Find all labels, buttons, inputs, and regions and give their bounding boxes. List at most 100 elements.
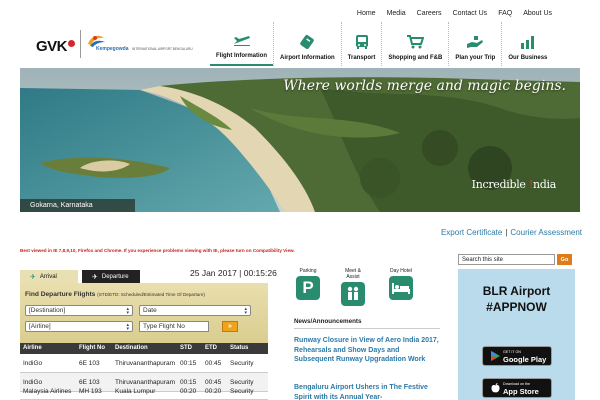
hero-tagline: Where worlds merge and magic begins. xyxy=(283,78,566,94)
export-certificate-link[interactable]: Export Certificate xyxy=(441,228,502,237)
nav-our-business[interactable]: Our Business xyxy=(501,22,553,66)
nav-label: Flight Information xyxy=(216,53,267,59)
service-day-hotel[interactable]: Day Hotel xyxy=(386,268,416,300)
top-link-media[interactable]: Media xyxy=(387,10,406,17)
hero-banner[interactable]: Where worlds merge and magic begins. Inc… xyxy=(20,68,580,212)
courier-assessment-link[interactable]: Courier Assessment xyxy=(510,228,582,237)
cell-destination: Kuala Lumpur xyxy=(115,388,156,395)
bar-chart-icon xyxy=(519,34,537,50)
site-search-value: Search this site xyxy=(462,256,504,263)
logo-divider xyxy=(80,30,81,58)
service-parking[interactable]: Parking P xyxy=(294,268,322,300)
cell-airline: Malaysia Airlines xyxy=(23,388,72,395)
top-link-home[interactable]: Home xyxy=(357,10,376,17)
destination-select[interactable]: [Destination] ▴ ▾ xyxy=(25,305,133,316)
cell-etd: 00:45 xyxy=(205,360,222,367)
bed-icon xyxy=(389,276,413,300)
nav-label: Airport Information xyxy=(280,55,335,61)
select-arrows-icon: ▴ ▾ xyxy=(126,306,129,316)
cell-flight-no: MH 193 xyxy=(79,388,102,395)
top-links: Home Media Careers Contact Us FAQ About … xyxy=(346,10,552,17)
date-select[interactable]: Date ▴ ▾ xyxy=(139,305,251,316)
top-link-careers[interactable]: Careers xyxy=(417,10,442,17)
service-label: Parking xyxy=(299,268,317,274)
app-store-big: App Store xyxy=(503,386,539,396)
flight-row[interactable]: Malaysia Airlines MH 193 Kuala Lumpur 00… xyxy=(20,382,268,400)
flight-search-panel: Find Departure Flights (STD/ETD: Schedul… xyxy=(20,283,268,343)
cell-etd: 00:20 xyxy=(205,388,222,395)
date-select-value: Date xyxy=(143,307,157,314)
cell-destination: Thiruvananthapuram xyxy=(115,360,175,367)
ticket-icon xyxy=(298,34,316,50)
cell-flight-no: 6E 103 xyxy=(79,360,100,367)
compatibility-notice: Best viewed in IE 7,8,9,10, Firefox and … xyxy=(20,248,295,253)
site-search-go-button[interactable]: Go xyxy=(557,254,572,265)
cell-std: 00:20 xyxy=(180,388,197,395)
nav-transport[interactable]: Transport xyxy=(340,22,382,66)
destination-select-value: [Destination] xyxy=(29,307,66,314)
app-promo-panel: BLR Airport #APPNOW GET IT ON Google Pla… xyxy=(458,269,575,400)
top-link-contact[interactable]: Contact Us xyxy=(453,10,488,17)
tab-label: Arrival xyxy=(39,273,57,280)
airport-logo[interactable]: Kempegowda INTERNATIONAL AIRPORT BENGALU… xyxy=(86,32,226,54)
flight-search-note: (STD/ETD: Scheduled/Estimated Time Of De… xyxy=(97,292,205,297)
nav-shopping[interactable]: Shopping and F&B xyxy=(381,22,448,66)
assist-icon xyxy=(341,282,365,306)
col-std: STD xyxy=(180,345,192,351)
arrival-plane-icon: ✈ xyxy=(30,273,36,281)
cell-airline: IndiGo xyxy=(23,360,43,367)
flight-search-title-text: Find Departure Flights xyxy=(25,291,96,298)
service-label: Meet & Assist xyxy=(345,268,361,280)
col-flight-no: Flight No xyxy=(79,345,105,351)
bus-icon xyxy=(353,34,371,50)
gvk-logo-dot xyxy=(68,40,76,47)
services-row: Parking P Meet & Assist Day Hotel xyxy=(294,268,424,314)
service-label: Day Hotel xyxy=(390,268,412,274)
nav-plan-trip[interactable]: Plan your Trip xyxy=(448,22,501,66)
top-link-about[interactable]: About Us xyxy=(523,10,552,17)
flight-table-header: Airline Flight No Destination STD ETD St… xyxy=(20,343,268,354)
nav-flight-information[interactable]: Flight Information xyxy=(210,22,273,66)
incredible-india-logo: Incredible !ndia xyxy=(471,178,557,191)
incredible-india-prefix: Incredible xyxy=(471,178,526,191)
app-promo-line2: #APPNOW xyxy=(486,300,547,314)
cell-status: Security xyxy=(230,360,254,367)
parking-icon: P xyxy=(296,276,320,300)
nav-label: Our Business xyxy=(508,55,548,61)
service-meet-assist[interactable]: Meet & Assist xyxy=(338,268,368,306)
current-datetime: 25 Jan 2017 | 00:15:26 xyxy=(190,268,277,278)
tab-departure[interactable]: ✈ Departure xyxy=(82,270,140,283)
cart-icon xyxy=(406,34,425,50)
news-item-link[interactable]: Bengaluru Airport Ushers in The Festive … xyxy=(294,383,440,400)
nav-label: Transport xyxy=(347,55,376,61)
flight-number-input[interactable]: Type Flight No xyxy=(139,321,209,332)
link-separator: | xyxy=(505,228,508,237)
gvk-logo[interactable]: GVK xyxy=(36,38,76,55)
flight-row[interactable]: IndiGo 6E 103 Thiruvananthapuram 00:15 0… xyxy=(20,354,268,373)
select-arrows-icon: ▴ ▾ xyxy=(126,322,129,332)
airport-logo-sub: INTERNATIONAL AIRPORT BENGALURU xyxy=(132,47,193,51)
nav-airport-information[interactable]: Airport Information xyxy=(273,22,341,66)
plane-icon xyxy=(233,32,251,48)
news-item-link[interactable]: Runway Closure in View of Aero India 201… xyxy=(294,336,440,365)
nav-label: Plan your Trip xyxy=(455,55,496,61)
tab-arrival[interactable]: ✈ Arrival xyxy=(20,270,78,283)
flight-search-go-button[interactable]: » xyxy=(222,321,238,332)
airline-select[interactable]: [Airline] ▴ ▾ xyxy=(25,321,133,332)
top-link-faq[interactable]: FAQ xyxy=(498,10,512,17)
apple-icon xyxy=(487,383,503,393)
airline-select-value: [Airline] xyxy=(29,323,51,330)
news-divider xyxy=(294,328,440,329)
departure-plane-icon: ✈ xyxy=(92,273,98,281)
col-status: Status xyxy=(230,345,249,351)
gvk-logo-text: GVK xyxy=(36,38,68,55)
col-etd: ETD xyxy=(205,345,217,351)
site-search-input[interactable]: Search this site xyxy=(458,254,555,265)
app-promo-heading: BLR Airport #APPNOW xyxy=(458,283,575,315)
google-play-badge[interactable]: GET IT ON Google Play xyxy=(482,346,552,366)
app-store-badge[interactable]: Download on the App Store xyxy=(482,378,552,398)
tab-label: Departure xyxy=(101,273,129,280)
main-nav: Flight Information Airport Information T… xyxy=(210,22,553,66)
col-destination: Destination xyxy=(115,345,148,351)
app-promo-line1: BLR Airport xyxy=(482,284,551,298)
